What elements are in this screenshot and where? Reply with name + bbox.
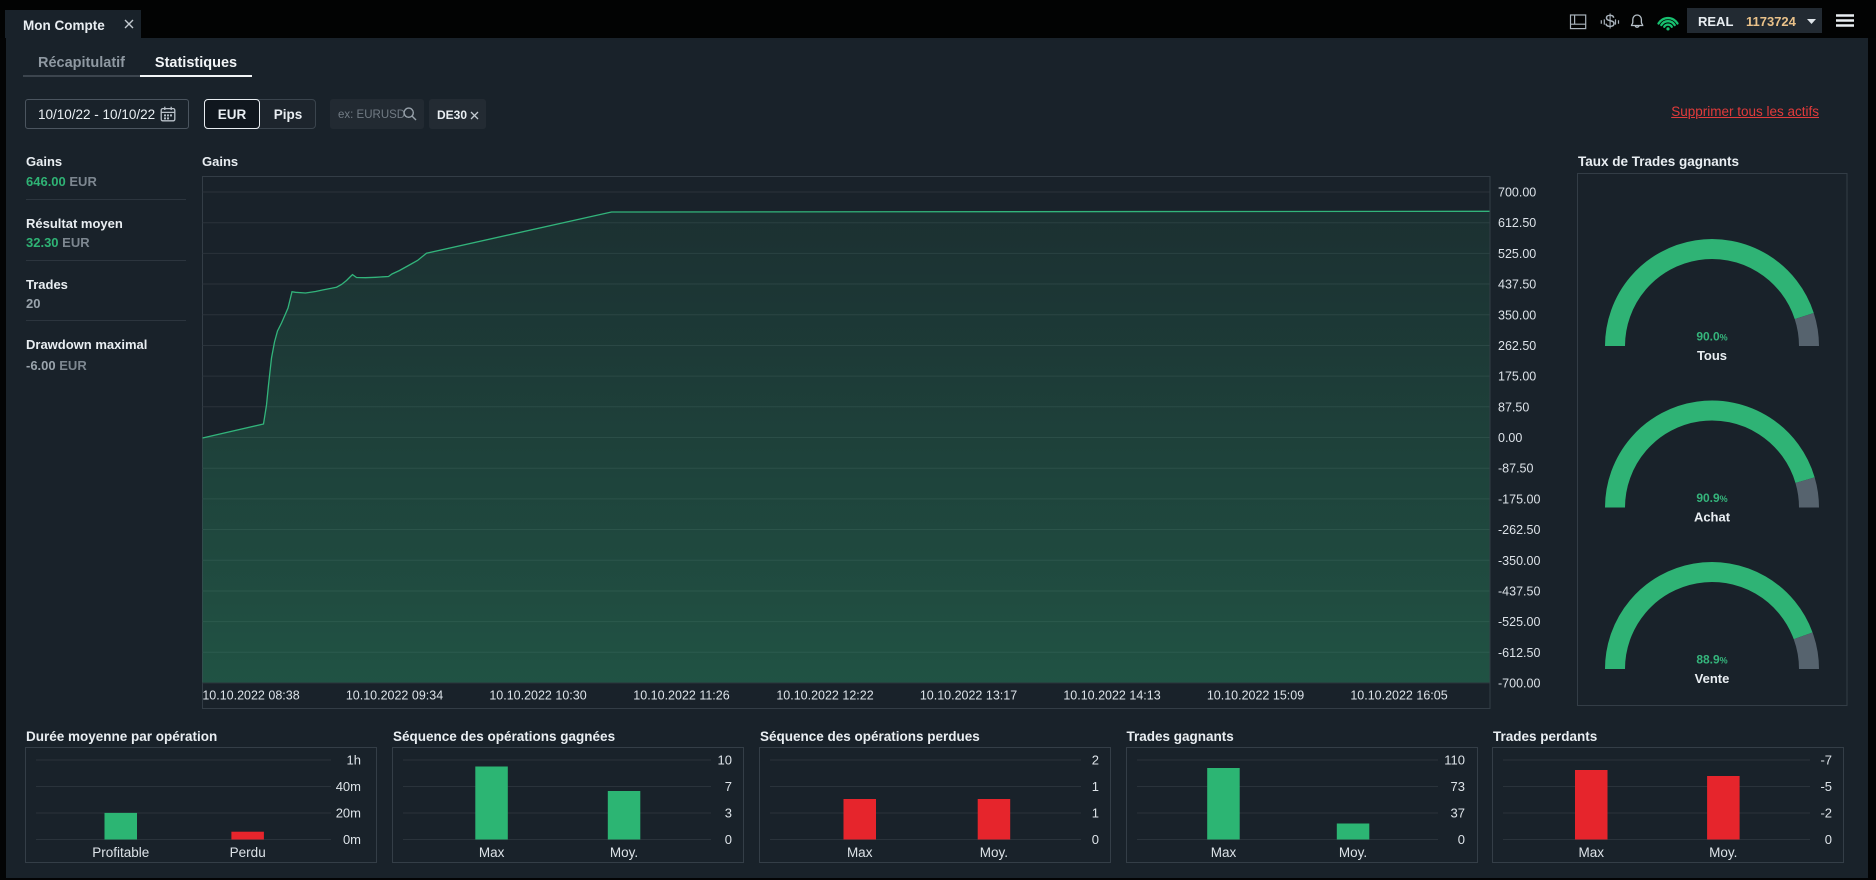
svg-text:10.10.2022 13:17: 10.10.2022 13:17 — [919, 689, 1016, 703]
svg-text:7: 7 — [725, 779, 732, 794]
svg-text:37: 37 — [1450, 806, 1464, 821]
svg-text:Profitable: Profitable — [92, 845, 149, 860]
svg-text:-175.00: -175.00 — [1498, 492, 1540, 506]
svg-text:10.10.2022 08:38: 10.10.2022 08:38 — [202, 689, 299, 703]
svg-text:10.10.2022 11:26: 10.10.2022 11:26 — [633, 689, 729, 703]
svg-text:-350.00: -350.00 — [1498, 554, 1540, 568]
svg-text:0: 0 — [1457, 832, 1464, 847]
svg-text:Max: Max — [1579, 845, 1605, 860]
svg-text:1h: 1h — [347, 753, 361, 768]
svg-text:40m: 40m — [336, 779, 361, 794]
svg-text:Moy.: Moy. — [1709, 845, 1737, 860]
svg-text:0m: 0m — [343, 832, 361, 847]
svg-text:612.50: 612.50 — [1498, 216, 1536, 230]
svg-text:-525.00: -525.00 — [1498, 615, 1540, 629]
svg-text:0: 0 — [1092, 832, 1099, 847]
svg-text:-87.50: -87.50 — [1498, 462, 1533, 476]
svg-text:110: 110 — [1444, 753, 1465, 768]
svg-text:90.0%: 90.0% — [1696, 330, 1727, 344]
svg-text:10.10.2022 15:09: 10.10.2022 15:09 — [1206, 689, 1303, 703]
svg-text:$: $ — [1605, 12, 1615, 32]
svg-text:0: 0 — [1825, 832, 1832, 847]
svg-text:Moy.: Moy. — [610, 845, 638, 860]
svg-text:0.00: 0.00 — [1498, 431, 1522, 445]
svg-text:2: 2 — [1092, 753, 1099, 768]
svg-text:Max: Max — [847, 845, 873, 860]
svg-text:20m: 20m — [336, 806, 361, 821]
svg-text:73: 73 — [1450, 779, 1464, 794]
svg-text:90.9%: 90.9% — [1696, 491, 1727, 505]
svg-text:10.10.2022 09:34: 10.10.2022 09:34 — [345, 689, 442, 703]
svg-text:Vente: Vente — [1695, 671, 1730, 686]
svg-text:525.00: 525.00 — [1498, 247, 1536, 261]
svg-text:10: 10 — [718, 753, 732, 768]
svg-text:-700.00: -700.00 — [1498, 677, 1540, 691]
svg-text:Max: Max — [1210, 845, 1236, 860]
svg-text:350.00: 350.00 — [1498, 308, 1536, 322]
svg-text:262.50: 262.50 — [1498, 339, 1536, 353]
svg-text:Perdu: Perdu — [230, 845, 266, 860]
svg-text:-7: -7 — [1820, 753, 1832, 768]
svg-text:1: 1 — [1092, 806, 1099, 821]
svg-text:10.10.2022 14:13: 10.10.2022 14:13 — [1063, 689, 1160, 703]
svg-text:0: 0 — [725, 832, 732, 847]
svg-text:Tous: Tous — [1697, 348, 1727, 363]
svg-text:88.9%: 88.9% — [1696, 653, 1727, 667]
svg-text:-2: -2 — [1820, 806, 1832, 821]
svg-text:700.00: 700.00 — [1498, 186, 1536, 200]
svg-text:1: 1 — [1092, 779, 1099, 794]
svg-text:Achat: Achat — [1694, 510, 1731, 525]
svg-text:-5: -5 — [1820, 779, 1832, 794]
svg-text:175.00: 175.00 — [1498, 370, 1536, 384]
svg-text:10.10.2022 10:30: 10.10.2022 10:30 — [489, 689, 586, 703]
svg-text:-612.50: -612.50 — [1498, 646, 1540, 660]
svg-text:Moy.: Moy. — [980, 845, 1008, 860]
svg-text:10.10.2022 12:22: 10.10.2022 12:22 — [776, 689, 873, 703]
svg-text:437.50: 437.50 — [1498, 278, 1536, 292]
svg-text:Moy.: Moy. — [1338, 845, 1366, 860]
svg-text:87.50: 87.50 — [1498, 400, 1529, 414]
svg-text:3: 3 — [725, 806, 732, 821]
svg-text:-437.50: -437.50 — [1498, 584, 1540, 598]
svg-text:10.10.2022 16:05: 10.10.2022 16:05 — [1350, 689, 1447, 703]
svg-text:Max: Max — [479, 845, 505, 860]
svg-text:-262.50: -262.50 — [1498, 523, 1540, 537]
